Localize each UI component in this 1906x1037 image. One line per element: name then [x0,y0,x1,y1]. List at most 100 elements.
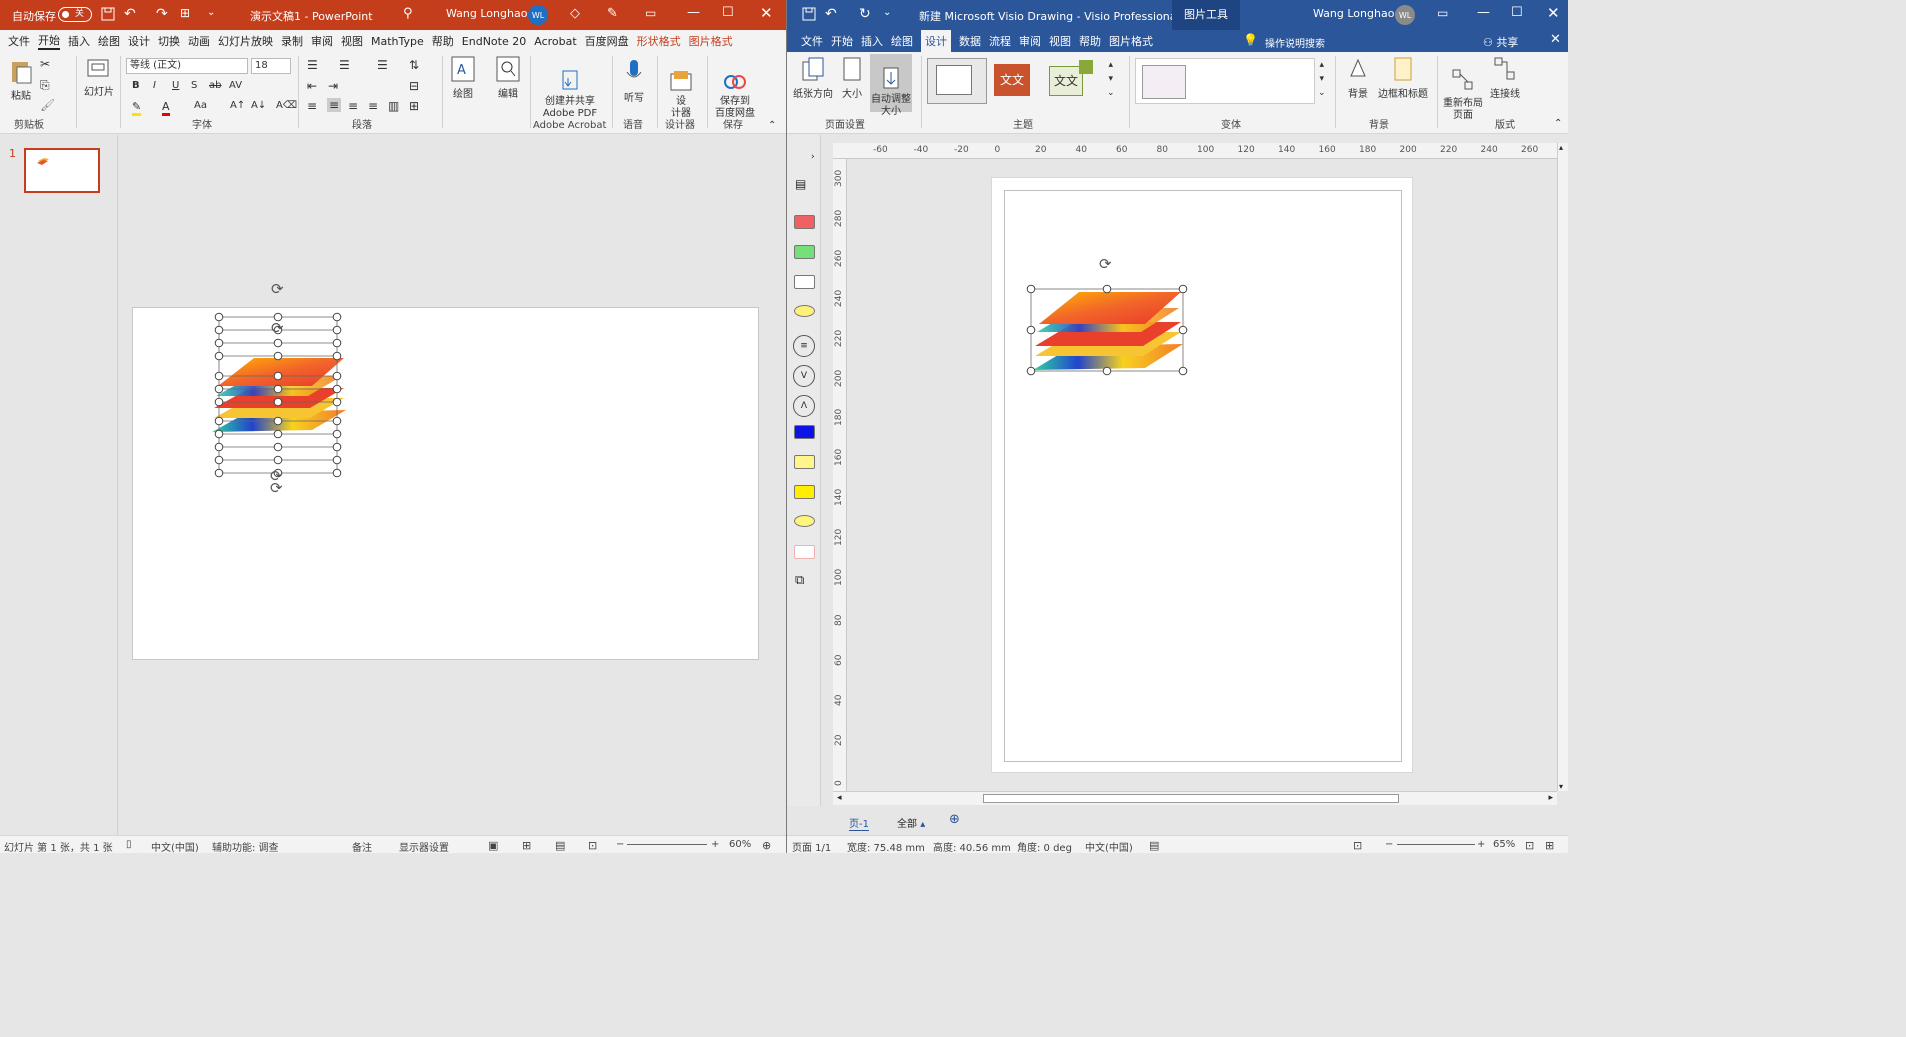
ppt-tab-14[interactable]: Acrobat [534,35,576,48]
pen-icon[interactable]: ✎ [607,6,618,21]
ppt-tab-11[interactable]: MathType [371,35,424,48]
visio-tab-10[interactable]: 图片格式 [1109,33,1153,49]
blue-rectangle-shape[interactable] [794,425,815,439]
resize-handle[interactable] [214,371,224,381]
underline-button[interactable]: U [172,80,179,91]
orientation-button[interactable]: 纸张方向 [793,56,833,100]
ppt-language[interactable]: 中文(中国) [151,839,199,853]
visio-tab-2[interactable]: 插入 [861,33,883,49]
vertical-scrollbar[interactable]: ▴ ▾ [1557,143,1568,791]
ppt-tab-4[interactable]: 设计 [128,33,150,49]
resize-handle[interactable] [273,442,283,452]
maximize-icon[interactable]: ☐ [722,5,734,20]
macro-record-icon[interactable]: ▤ [1149,839,1159,852]
justify-icon[interactable]: ≡ [368,99,378,113]
ppt-tab-6[interactable]: 动画 [188,33,210,49]
visio-tab-6[interactable]: 流程 [989,33,1011,49]
resize-handle[interactable] [273,429,283,439]
collapse-ribbon-icon[interactable]: ⌃ [768,120,776,131]
resize-handle[interactable] [332,468,342,478]
visio-ribbon-display-icon[interactable]: ▭ [1437,6,1448,20]
visio-page-count[interactable]: 页面 1/1 [792,839,831,853]
align-right-icon[interactable]: ≡ [348,99,358,113]
visio-tab-4[interactable]: 设计 [921,30,951,52]
redo-icon[interactable]: ↷ [156,6,168,22]
resize-handle[interactable] [273,455,283,465]
resize-handle[interactable] [273,416,283,426]
resize-handle[interactable] [332,338,342,348]
slide-thumbnail[interactable] [24,148,100,193]
resize-handle[interactable] [332,397,342,407]
horizontal-scroll-thumb[interactable] [983,794,1399,803]
bullets-icon[interactable]: ☰ [307,58,318,72]
autofit-button[interactable]: 自动调整 大小 [870,54,912,117]
visio-zoom-out-button[interactable]: − [1385,839,1393,850]
normal-view-icon[interactable]: ▣ [488,839,498,852]
rotate-handle-icon[interactable]: ⟳ [271,319,284,337]
draw-button[interactable]: A 绘图 [450,56,476,100]
and-circle-shape[interactable]: Λ [793,395,815,417]
or-circle-shape[interactable]: V [793,365,815,387]
resize-handle[interactable] [332,351,342,361]
resize-handle[interactable] [214,384,224,394]
ribbon-display-icon[interactable]: ▭ [645,6,656,20]
italic-button[interactable]: I [153,80,156,91]
present-icon[interactable]: ⊞ [180,6,190,20]
font-size-select[interactable]: 18 [251,58,291,74]
highlight-icon[interactable]: ✎ [132,100,142,116]
green-rectangle-shape[interactable] [794,245,815,259]
share-button[interactable]: ⚇ 共享 [1483,34,1518,50]
resize-handle[interactable] [214,442,224,452]
visio-avatar[interactable]: WL [1395,5,1415,25]
scroll-up-icon[interactable]: ▴ [1559,143,1563,152]
resize-handle[interactable] [332,455,342,465]
line-spacing-icon[interactable]: ☰ [377,58,388,72]
char-spacing-button[interactable]: AV [229,80,242,91]
theme-none[interactable] [927,58,987,104]
display-settings-button[interactable]: 显示器设置 [399,839,449,853]
theme-green[interactable]: 文文 [1047,58,1099,104]
edit-button[interactable]: 编辑 [495,56,521,100]
visio-resize-handle[interactable] [1102,284,1112,294]
resize-handle[interactable] [332,429,342,439]
yellow-ellipse-shape[interactable] [794,305,815,317]
resize-handle[interactable] [214,416,224,426]
visio-tab-8[interactable]: 视图 [1049,33,1071,49]
resize-handle[interactable] [332,416,342,426]
ppt-zoom-slider[interactable] [627,844,707,845]
numbering-icon[interactable]: ☰ [339,58,350,72]
resize-handle[interactable] [332,371,342,381]
all-pages-button[interactable]: 全部 ▴ [897,815,925,830]
visio-maximize-icon[interactable]: ☐ [1511,5,1523,20]
borders-titles-button[interactable]: 边框和标题 [1377,56,1429,100]
resize-handle[interactable] [214,312,224,322]
ppt-tab-5[interactable]: 切换 [158,33,180,49]
ppt-tab-10[interactable]: 视图 [341,33,363,49]
resize-handle[interactable] [214,351,224,361]
fit-window-icon[interactable]: ⊕ [762,839,771,852]
resize-handle[interactable] [214,455,224,465]
resize-handle[interactable] [273,384,283,394]
ppt-tab-12[interactable]: 帮助 [432,33,454,49]
resize-handle[interactable] [214,429,224,439]
close-icon[interactable]: ✕ [760,4,773,22]
theme-scroll[interactable]: ▴ ▾ ⌄ [1107,58,1115,100]
yellow-ellipse-shape-2[interactable] [794,515,815,527]
visio-resize-handle[interactable] [1178,366,1188,376]
visio-tab-3[interactable]: 绘图 [891,33,913,49]
visio-qat-icon[interactable]: ⌄ [883,7,891,18]
resize-handle[interactable] [332,325,342,335]
paste-button[interactable]: 粘贴 [8,58,34,102]
ppt-tab-1[interactable]: 开始 [38,32,60,50]
connectors-button[interactable]: 连接线 [1487,56,1523,100]
resize-handle[interactable] [273,351,283,361]
variant-scroll[interactable]: ▴ ▾ ⌄ [1318,58,1326,100]
bold-button[interactable]: B [132,80,140,91]
visio-resize-handle[interactable] [1026,284,1036,294]
visio-tab-0[interactable]: 文件 [801,33,823,49]
visio-close-icon[interactable]: ✕ [1547,4,1560,22]
sorter-view-icon[interactable]: ⊞ [522,839,531,852]
scroll-left-icon[interactable]: ◂ [837,793,842,803]
reading-view-icon[interactable]: ▤ [555,839,565,852]
scroll-right-icon[interactable]: ▸ [1548,793,1553,803]
